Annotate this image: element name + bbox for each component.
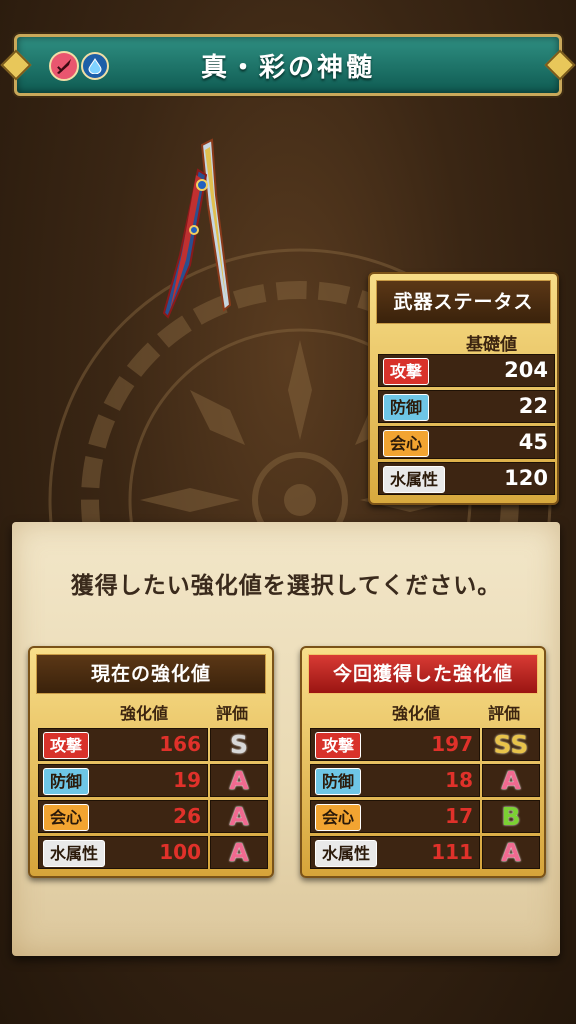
- status-row-attack: 攻撃 204: [378, 354, 555, 387]
- defense-tag: 防御: [383, 394, 430, 421]
- obtained-water-value: 111: [431, 840, 473, 864]
- current-defense-value: 19: [173, 768, 201, 792]
- current-row-water: 水属性 100: [38, 836, 208, 869]
- current-water-value: 100: [159, 840, 201, 864]
- current-enhancement-panel[interactable]: 現在の強化値 強化値 評価 攻撃 166 S 防御 19 A 会心 26 A 水…: [28, 646, 274, 878]
- water-element-tag: 水属性: [315, 840, 378, 867]
- current-enhancement-title: 現在の強化値: [36, 654, 266, 694]
- obtained-water-grade: A: [482, 836, 540, 869]
- current-critical-grade: A: [210, 800, 268, 833]
- obtained-critical-grade: B: [482, 800, 540, 833]
- defense-tag: 防御: [315, 768, 362, 795]
- current-critical-value: 26: [173, 804, 201, 828]
- obtained-attack-value: 197: [431, 732, 473, 756]
- obtained-row-water: 水属性 111: [310, 836, 480, 869]
- critical-tag: 会心: [43, 804, 90, 831]
- current-defense-grade: A: [210, 764, 268, 797]
- enhance-value-header: 強化値: [392, 704, 441, 723]
- water-element-tag: 水属性: [43, 840, 106, 867]
- status-row-water: 水属性 120: [378, 462, 555, 495]
- obtained-row-attack: 攻撃 197: [310, 728, 480, 761]
- current-water-grade: A: [210, 836, 268, 869]
- weapon-status-panel: 武器ステータス 基礎値 攻撃 204 防御 22 会心 45 水属性 120: [368, 272, 559, 505]
- critical-base-value: 45: [518, 430, 548, 454]
- water-base-value: 120: [504, 466, 548, 490]
- obtained-defense-grade: A: [482, 764, 540, 797]
- obtained-row-defense: 防御 18: [310, 764, 480, 797]
- weapon-name-title: 真・彩の神髄: [200, 53, 375, 83]
- obtained-critical-value: 17: [445, 804, 473, 828]
- dual-blade-weapon-image: [162, 138, 232, 319]
- grade-header: 評価: [216, 704, 249, 723]
- obtained-enhancement-title: 今回獲得した強化値: [308, 654, 538, 694]
- current-row-critical: 会心 26: [38, 800, 208, 833]
- current-attack-value: 166: [159, 732, 201, 756]
- weapon-status-title: 武器ステータス: [376, 280, 551, 324]
- obtained-defense-value: 18: [445, 768, 473, 792]
- grade-header: 評価: [488, 704, 521, 723]
- defense-base-value: 22: [518, 394, 548, 418]
- selection-parchment: 獲得したい強化値を選択してください。 現在の強化値 強化値 評価 攻撃 166 …: [12, 522, 560, 956]
- instruction-text: 獲得したい強化値を選択してください。: [70, 573, 502, 599]
- current-attack-grade: S: [210, 728, 268, 761]
- obtained-enhancement-panel[interactable]: 今回獲得した強化値 強化値 評価 攻撃 197 SS 防御 18 A 会心 17…: [300, 646, 546, 878]
- base-value-header: 基礎値: [466, 335, 517, 355]
- attack-tag: 攻撃: [383, 358, 430, 385]
- attack-tag: 攻撃: [43, 732, 90, 759]
- critical-tag: 会心: [315, 804, 362, 831]
- status-row-defense: 防御 22: [378, 390, 555, 423]
- current-row-defense: 防御 19: [38, 764, 208, 797]
- defense-tag: 防御: [43, 768, 90, 795]
- critical-tag: 会心: [383, 430, 430, 457]
- attack-tag: 攻撃: [315, 732, 362, 759]
- title-banner: 真・彩の神髄: [14, 34, 562, 96]
- attack-base-value: 204: [504, 358, 548, 382]
- obtained-attack-grade: SS: [482, 728, 540, 761]
- status-row-critical: 会心 45: [378, 426, 555, 459]
- current-row-attack: 攻撃 166: [38, 728, 208, 761]
- water-element-tag: 水属性: [383, 466, 446, 493]
- enhance-value-header: 強化値: [120, 704, 169, 723]
- obtained-row-critical: 会心 17: [310, 800, 480, 833]
